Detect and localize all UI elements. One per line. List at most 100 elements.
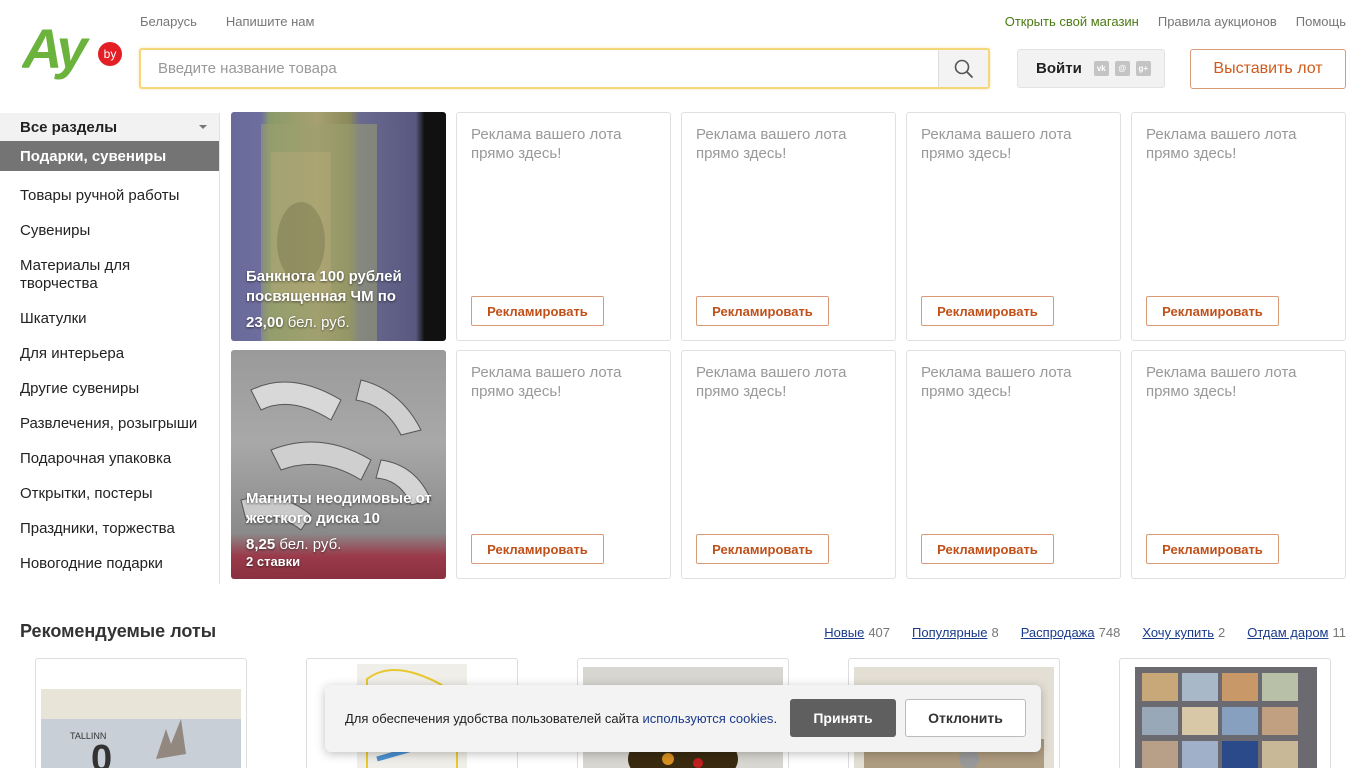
logo-text: Ay bbox=[22, 18, 90, 80]
sidebar-item[interactable]: Новогодние подарки bbox=[0, 547, 219, 582]
lot-title: Магниты неодимовые от жесткого диска 10 bbox=[246, 490, 432, 527]
subcategory-list: Товары ручной работы Сувениры Материалы … bbox=[0, 171, 219, 582]
tab-count: 407 bbox=[868, 625, 891, 640]
caret-down-icon bbox=[199, 125, 207, 129]
lot-price-value: 8,25 bbox=[246, 536, 276, 553]
ad-slot: Реклама вашего лота прямо здесь! Реклами… bbox=[1131, 350, 1346, 579]
region-link[interactable]: Беларусь bbox=[140, 14, 197, 29]
tab-count: 2 bbox=[1218, 625, 1226, 640]
mail-icon[interactable]: @ bbox=[1114, 61, 1130, 76]
sell-lot-button[interactable]: Выставить лот bbox=[1190, 49, 1346, 89]
lot-info: Магниты неодимовые от жесткого диска 10 … bbox=[246, 489, 434, 569]
tab-sale: Распродажа 748 bbox=[1021, 625, 1121, 640]
login-button[interactable]: Войти bbox=[1036, 60, 1082, 77]
help-link[interactable]: Помощь bbox=[1296, 14, 1346, 29]
recommended-lot-card[interactable] bbox=[1119, 658, 1331, 768]
tab-popular: Популярные 8 bbox=[912, 625, 999, 640]
sidebar-item[interactable]: Другие сувениры bbox=[0, 372, 219, 407]
recommended-tabs: Новые 407 Популярные 8 Распродажа 748 Хочу … bbox=[824, 625, 1346, 640]
top-links-left: Беларусь Напишите нам bbox=[140, 14, 314, 29]
vk-icon[interactable]: vk bbox=[1093, 61, 1109, 76]
lot-info: Банкнота 100 рублей посвященная ЧМ по 23… bbox=[246, 267, 434, 331]
tab-count: 11 bbox=[1332, 625, 1347, 640]
tab-new-link[interactable]: Новые bbox=[824, 625, 864, 640]
ad-slot: Реклама вашего лота прямо здесь! Реклами… bbox=[456, 112, 671, 341]
search-bar bbox=[139, 48, 990, 89]
advertise-button[interactable]: Рекламировать bbox=[471, 534, 604, 564]
sidebar-item[interactable]: Развлечения, розыгрыши bbox=[0, 407, 219, 442]
lot-price: 23,00 бел. руб. bbox=[246, 314, 434, 331]
tab-want-to-buy: Хочу купить 2 bbox=[1142, 625, 1225, 640]
lot-currency: бел. руб. bbox=[287, 314, 350, 331]
tab-give-away-link[interactable]: Отдам даром bbox=[1247, 625, 1328, 640]
advertise-button[interactable]: Рекламировать bbox=[696, 296, 829, 326]
search-input[interactable] bbox=[141, 50, 938, 87]
sidebar-item[interactable]: Шкатулки bbox=[0, 302, 219, 337]
ad-text: Реклама вашего лота прямо здесь! bbox=[696, 126, 847, 162]
advertise-button[interactable]: Рекламировать bbox=[696, 534, 829, 564]
ad-slot: Реклама вашего лота прямо здесь! Реклами… bbox=[681, 350, 896, 579]
tab-give-away: Отдам даром 11 bbox=[1247, 625, 1346, 640]
top-links-right: Открыть свой магазин Правила аукционов П… bbox=[1005, 14, 1346, 29]
cookie-suffix: . bbox=[773, 711, 778, 726]
auction-rules-link[interactable]: Правила аукционов bbox=[1158, 14, 1277, 29]
lot-price-value: 23,00 bbox=[246, 314, 284, 331]
sidebar-item[interactable]: Товары ручной работы bbox=[0, 179, 219, 214]
ad-slot: Реклама вашего лота прямо здесь! Реклами… bbox=[456, 350, 671, 579]
tab-count: 748 bbox=[1098, 625, 1121, 640]
tab-count: 8 bbox=[991, 625, 999, 640]
advertise-button[interactable]: Рекламировать bbox=[921, 534, 1054, 564]
lot-bids: 2 ставки bbox=[246, 554, 301, 569]
logo-badge-text: by bbox=[104, 47, 117, 61]
open-shop-link[interactable]: Открыть свой магазин bbox=[1005, 14, 1139, 29]
cookie-message: Для обеспечения удобства пользователей с… bbox=[345, 711, 639, 726]
accept-cookies-button[interactable]: Принять bbox=[790, 699, 896, 737]
ad-slot: Реклама вашего лота прямо здесь! Реклами… bbox=[681, 112, 896, 341]
ad-text: Реклама вашего лота прямо здесь! bbox=[471, 126, 622, 162]
ad-text: Реклама вашего лота прямо здесь! bbox=[1146, 126, 1297, 162]
lot-tile[interactable]: Магниты неодимовые от жесткого диска 10 … bbox=[231, 350, 446, 579]
search-icon bbox=[954, 59, 973, 78]
svg-text:0: 0 bbox=[91, 738, 112, 768]
decline-cookies-button[interactable]: Отклонить bbox=[905, 699, 1026, 737]
sidebar-item[interactable]: Праздники, торжества bbox=[0, 512, 219, 547]
ad-text: Реклама вашего лота прямо здесь! bbox=[1146, 364, 1297, 400]
lot-thumbnail bbox=[1135, 667, 1317, 768]
sidebar-item[interactable]: Материалы для творчества bbox=[0, 249, 219, 302]
recommended-lot-card[interactable]: TALLINN 0 bbox=[35, 658, 247, 768]
tab-want-to-buy-link[interactable]: Хочу купить bbox=[1142, 625, 1214, 640]
advertise-button[interactable]: Рекламировать bbox=[471, 296, 604, 326]
recommended-title: Рекомендуемые лоты bbox=[20, 621, 217, 641]
login-box: Войти vk @ g+ bbox=[1017, 49, 1165, 88]
google-plus-icon[interactable]: g+ bbox=[1135, 61, 1151, 76]
tab-new: Новые 407 bbox=[824, 625, 890, 640]
category-sidebar: Все разделы Подарки, сувениры Товары руч… bbox=[0, 113, 220, 584]
sidebar-item[interactable]: Открытки, постеры bbox=[0, 477, 219, 512]
sidebar-item[interactable]: Сувениры bbox=[0, 214, 219, 249]
ad-text: Реклама вашего лота прямо здесь! bbox=[921, 126, 1072, 162]
advertise-button[interactable]: Рекламировать bbox=[921, 296, 1054, 326]
ad-slot: Реклама вашего лота прямо здесь! Реклами… bbox=[906, 350, 1121, 579]
current-category[interactable]: Подарки, сувениры bbox=[0, 141, 219, 171]
advertise-button[interactable]: Рекламировать bbox=[1146, 534, 1279, 564]
contact-link[interactable]: Напишите нам bbox=[226, 14, 315, 29]
lot-price: 8,25 бел. руб. bbox=[246, 536, 434, 553]
all-sections-dropdown[interactable]: Все разделы bbox=[0, 113, 219, 141]
ad-slot: Реклама вашего лота прямо здесь! Реклами… bbox=[1131, 112, 1346, 341]
search-button[interactable] bbox=[938, 50, 988, 87]
lot-thumbnail: TALLINN 0 bbox=[41, 689, 241, 768]
ad-text: Реклама вашего лота прямо здесь! bbox=[921, 364, 1072, 400]
ay-by-logo[interactable]: Ay by bbox=[22, 18, 126, 82]
ad-slot: Реклама вашего лота прямо здесь! Реклами… bbox=[906, 112, 1121, 341]
sidebar-item[interactable]: Подарочная упаковка bbox=[0, 442, 219, 477]
sidebar-item[interactable]: Для интерьера bbox=[0, 337, 219, 372]
cookie-link[interactable]: используются cookies bbox=[643, 711, 774, 726]
lot-currency: бел. руб. bbox=[279, 536, 342, 553]
advertise-button[interactable]: Рекламировать bbox=[1146, 296, 1279, 326]
ad-text: Реклама вашего лота прямо здесь! bbox=[471, 364, 622, 400]
tab-sale-link[interactable]: Распродажа bbox=[1021, 625, 1095, 640]
ad-text: Реклама вашего лота прямо здесь! bbox=[696, 364, 847, 400]
lot-tile[interactable]: Банкнота 100 рублей посвященная ЧМ по 23… bbox=[231, 112, 446, 341]
tab-popular-link[interactable]: Популярные bbox=[912, 625, 987, 640]
cookie-banner: Для обеспечения удобства пользователей с… bbox=[325, 685, 1041, 752]
